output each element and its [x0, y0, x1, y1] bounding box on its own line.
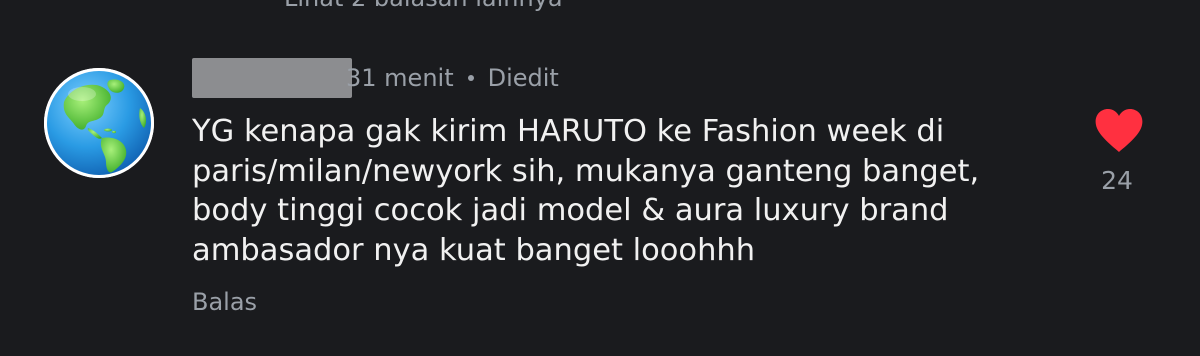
edited-label: Diedit	[487, 64, 559, 92]
reply-button[interactable]: Balas	[192, 288, 257, 316]
avatar[interactable]	[44, 68, 154, 178]
heart-icon	[1095, 109, 1143, 152]
comment-text: YG kenapa gak kirim HARUTO ke Fashion we…	[192, 114, 980, 268]
separator-dot	[467, 75, 474, 81]
comment-meta: 31 menit Diedit	[192, 56, 559, 100]
like-count: 24	[1101, 166, 1133, 195]
username-redacted[interactable]	[192, 58, 352, 98]
like-button[interactable]	[1094, 108, 1144, 154]
comment-screen: Lihat 2 balasan lainnya	[0, 0, 1200, 356]
meta-text: 31 menit Diedit	[346, 64, 559, 92]
globe-americas-icon	[44, 68, 154, 178]
timestamp: 31 menit	[346, 64, 454, 92]
view-more-replies-link[interactable]: Lihat 2 balasan lainnya	[284, 0, 563, 12]
